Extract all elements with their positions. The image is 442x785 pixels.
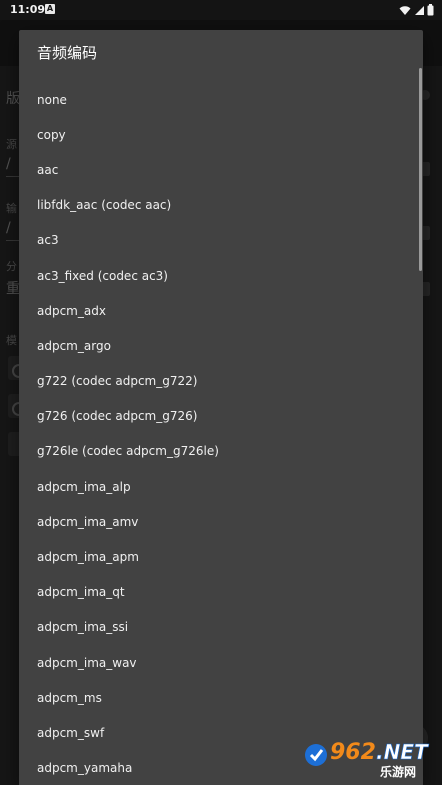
status-icons	[399, 3, 434, 17]
signal-icon	[415, 5, 424, 15]
codec-option[interactable]: adpcm_ima_qt	[19, 575, 423, 610]
codec-options-list: none copy aac libfdk_aac (codec aac) ac3 ac3_…	[19, 82, 423, 785]
dialog-title: 音频编码	[37, 44, 98, 62]
codec-option[interactable]: none	[19, 82, 423, 117]
svg-text:乐游网: 乐游网	[380, 764, 416, 779]
battery-icon	[427, 4, 434, 16]
codec-option[interactable]: copy	[19, 117, 423, 152]
codec-option[interactable]: adpcm_ms	[19, 680, 423, 715]
codec-option[interactable]: libfdk_aac (codec aac)	[19, 188, 423, 223]
codec-option[interactable]: g722 (codec adpcm_g722)	[19, 364, 423, 399]
svg-text:.NET: .NET	[376, 740, 429, 764]
status-bar: 11:09 A	[0, 0, 442, 20]
codec-option[interactable]: adpcm_adx	[19, 293, 423, 328]
codec-option[interactable]: g726 (codec adpcm_g726)	[19, 399, 423, 434]
a-icon: A	[45, 4, 55, 14]
codec-option[interactable]: ac3_fixed (codec ac3)	[19, 258, 423, 293]
codec-option[interactable]: adpcm_ima_wav	[19, 645, 423, 680]
wifi-icon	[399, 5, 411, 15]
codec-option[interactable]: g726le (codec adpcm_g726le)	[19, 434, 423, 469]
svg-text:962: 962	[330, 740, 376, 765]
codec-option[interactable]: adpcm_ima_alp	[19, 469, 423, 504]
codec-option[interactable]: adpcm_argo	[19, 328, 423, 363]
codec-option[interactable]: adpcm_ima_apm	[19, 539, 423, 574]
codec-option[interactable]: ac3	[19, 223, 423, 258]
status-time: 11:09	[10, 3, 46, 16]
codec-option[interactable]: adpcm_ima_amv	[19, 504, 423, 539]
site-watermark-logo: 962 .NET 乐游网	[302, 733, 438, 779]
codec-option[interactable]: aac	[19, 152, 423, 187]
codec-option[interactable]: adpcm_ima_ssi	[19, 610, 423, 645]
audio-codec-dialog: 音频编码 none copy aac libfdk_aac (codec aac) ac…	[19, 30, 423, 785]
